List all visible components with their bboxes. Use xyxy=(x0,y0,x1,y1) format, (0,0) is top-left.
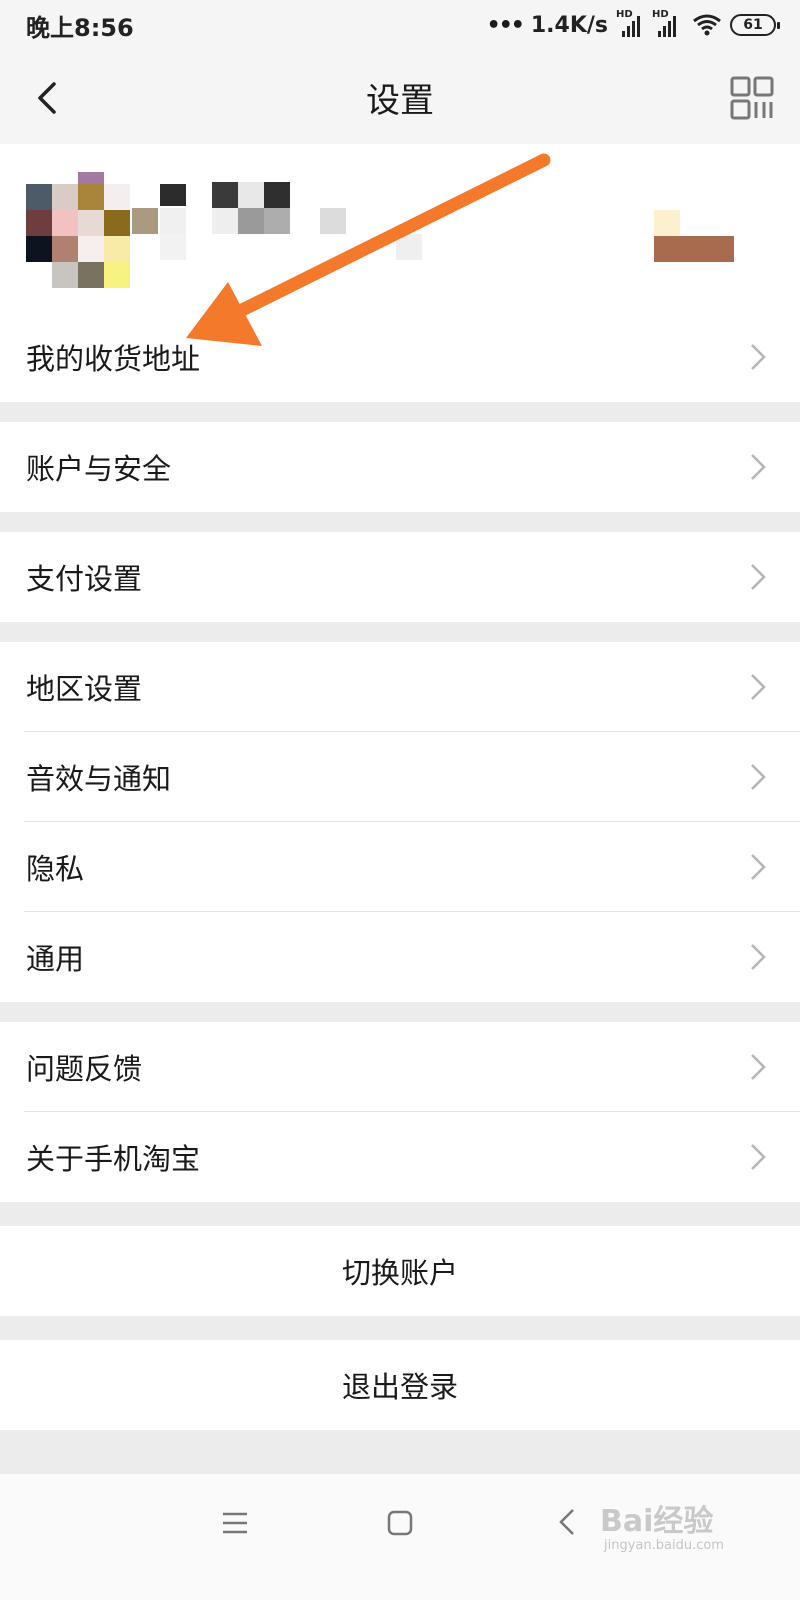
status-bar: 晚上8:56 ••• 1.4K/s HD HD 61 xyxy=(0,0,800,50)
menu-row-label: 地区设置 xyxy=(26,672,143,706)
menu-row-account-security[interactable]: 账户与安全 xyxy=(0,422,800,512)
menu-row-label: 隐私 xyxy=(26,852,85,886)
battery-indicator: 61 xyxy=(730,14,780,36)
menu-row-about[interactable]: 关于手机淘宝 xyxy=(0,1112,800,1202)
menu-row-label: 我的收货地址 xyxy=(26,342,201,376)
menu-row-label: 通用 xyxy=(26,942,85,976)
menu-row-sound-notifications[interactable]: 音效与通知 xyxy=(0,732,800,822)
switch-account-button[interactable]: 切换账户 xyxy=(0,1226,800,1316)
wifi-icon xyxy=(693,14,721,36)
logout-label: 退出登录 xyxy=(341,1370,458,1404)
profile-badge xyxy=(654,208,736,262)
home-icon[interactable] xyxy=(387,1510,413,1536)
more-dots-icon: ••• xyxy=(486,12,525,38)
menu-row-label: 关于手机淘宝 xyxy=(26,1142,201,1176)
chevron-right-icon xyxy=(751,454,766,480)
menu-icon[interactable] xyxy=(222,1512,248,1534)
chevron-right-icon xyxy=(751,944,766,970)
chevron-right-icon xyxy=(751,1054,766,1080)
chevron-right-icon xyxy=(751,764,766,790)
menu-row-label: 支付设置 xyxy=(26,562,143,596)
watermark: Bai经验 jingyan.baidu.com xyxy=(600,1496,760,1560)
menu-row-general[interactable]: 通用 xyxy=(0,912,800,1002)
cellular-signal-2-icon: HD xyxy=(652,9,684,37)
chevron-right-icon xyxy=(751,854,766,880)
page-title: 设置 xyxy=(366,80,434,121)
chevron-right-icon xyxy=(751,564,766,590)
network-speed: 1.4K/s xyxy=(530,12,608,38)
menu-row-region-settings[interactable]: 地区设置 xyxy=(0,642,800,732)
chevron-right-icon xyxy=(751,344,766,370)
status-time: 晚上8:56 xyxy=(26,13,134,42)
profile-username xyxy=(132,180,432,270)
switch-account-label: 切换账户 xyxy=(341,1256,458,1290)
hd-label-2: HD xyxy=(652,9,669,20)
menu-row-label: 问题反馈 xyxy=(26,1052,143,1086)
scan-code-icon[interactable] xyxy=(730,76,774,120)
chevron-right-icon xyxy=(751,674,766,700)
menu-row-label: 账户与安全 xyxy=(26,452,172,486)
profile-card[interactable] xyxy=(0,144,800,312)
nav-bar: 设置 xyxy=(0,50,800,144)
menu-row-feedback[interactable]: 问题反馈 xyxy=(0,1022,800,1112)
cellular-signal-icon: HD xyxy=(616,9,644,37)
menu-row-label: 音效与通知 xyxy=(26,762,172,796)
chevron-right-icon xyxy=(751,1144,766,1170)
menu-row-shipping-address[interactable]: 我的收货地址 xyxy=(0,312,800,402)
status-indicators: ••• 1.4K/s HD HD 61 xyxy=(486,9,780,38)
back-arrow-icon[interactable] xyxy=(28,76,68,120)
back-icon[interactable] xyxy=(558,1508,576,1536)
menu-row-payment-settings[interactable]: 支付设置 xyxy=(0,532,800,622)
watermark-url: jingyan.baidu.com xyxy=(604,1538,724,1553)
logout-button[interactable]: 退出登录 xyxy=(0,1340,800,1430)
hd-label: HD xyxy=(616,9,633,20)
menu-row-privacy[interactable]: 隐私 xyxy=(0,822,800,912)
avatar xyxy=(26,172,136,290)
watermark-brand: Bai经验 xyxy=(600,1504,714,1539)
